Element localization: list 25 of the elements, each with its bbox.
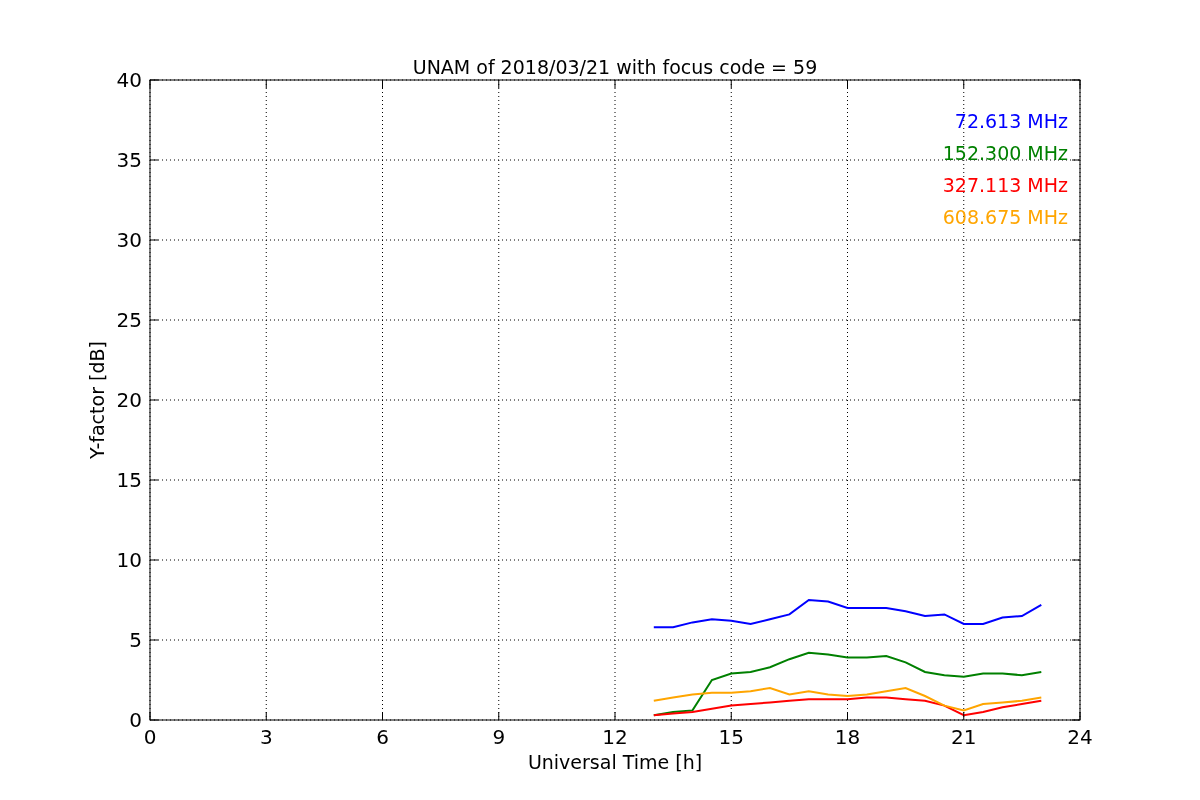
y-tick-label: 20 (116, 388, 142, 412)
y-axis-label: Y-factor [dB] (86, 341, 108, 459)
legend-label: 327.113 MHz (942, 174, 1068, 196)
y-tick-label: 0 (129, 708, 142, 732)
x-tick-label: 9 (492, 725, 506, 749)
legend-label: 152.300 MHz (942, 142, 1068, 164)
y-tick-label: 10 (116, 548, 142, 572)
x-tick-label: 6 (376, 725, 389, 749)
y-tick-label: 30 (116, 228, 142, 252)
x-tick-label: 12 (602, 725, 628, 749)
x-tick-label: 21 (951, 725, 977, 749)
x-axis-label: Universal Time [h] (527, 751, 703, 773)
x-tick-label: 24 (1067, 725, 1093, 749)
legend-label: 72.613 MHz (954, 110, 1068, 132)
x-tick-label: 18 (834, 725, 861, 749)
x-tick-label: 15 (718, 725, 744, 749)
chart-title: UNAM of 2018/03/21 with focus code = 59 (412, 56, 818, 78)
y-tick-label: 25 (116, 308, 142, 332)
x-tick-label: 3 (259, 725, 273, 749)
y-tick-label: 35 (116, 148, 142, 172)
x-tick-label: 0 (143, 725, 157, 749)
legend-label: 608.675 MHz (942, 206, 1068, 228)
y-tick-label: 40 (116, 68, 142, 92)
y-tick-label: 5 (129, 628, 142, 652)
y-tick-label: 15 (116, 468, 142, 492)
